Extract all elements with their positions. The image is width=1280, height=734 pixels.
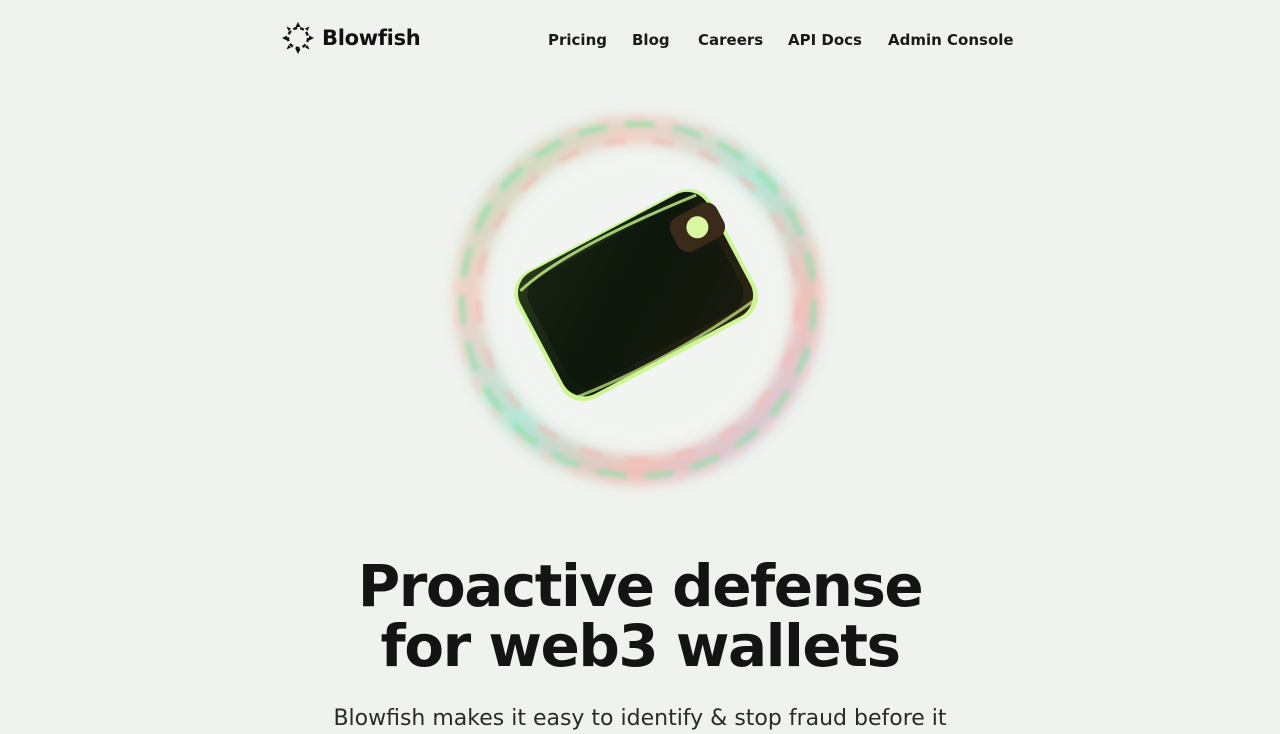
nav-careers-link[interactable]: Careers [698, 30, 763, 50]
brand-name: Blowfish [322, 26, 421, 50]
hero-headline-line-2: for web3 wallets [380, 612, 901, 680]
hero-headline-line-1: Proactive defense [357, 552, 924, 620]
nav-blog-link[interactable]: Blog [632, 30, 670, 50]
nav-admin-console-link[interactable]: Admin Console [888, 30, 1014, 50]
hero-headline: Proactive defense for web3 wallets [0, 556, 1280, 676]
brand-logo-link[interactable]: Blowfish [280, 20, 421, 56]
blowfish-logo-icon [282, 22, 314, 54]
hero-wallet-bubble-image [410, 80, 870, 520]
wallet-bubble-illustration [420, 80, 860, 520]
site-header: Blowfish Pricing Blog Careers API Docs A… [0, 0, 1280, 80]
nav-api-docs-link[interactable]: API Docs [788, 30, 862, 50]
nav-pricing-link[interactable]: Pricing [548, 30, 607, 50]
hero-subtext: Blowfish makes it easy to identify & sto… [333, 706, 947, 731]
